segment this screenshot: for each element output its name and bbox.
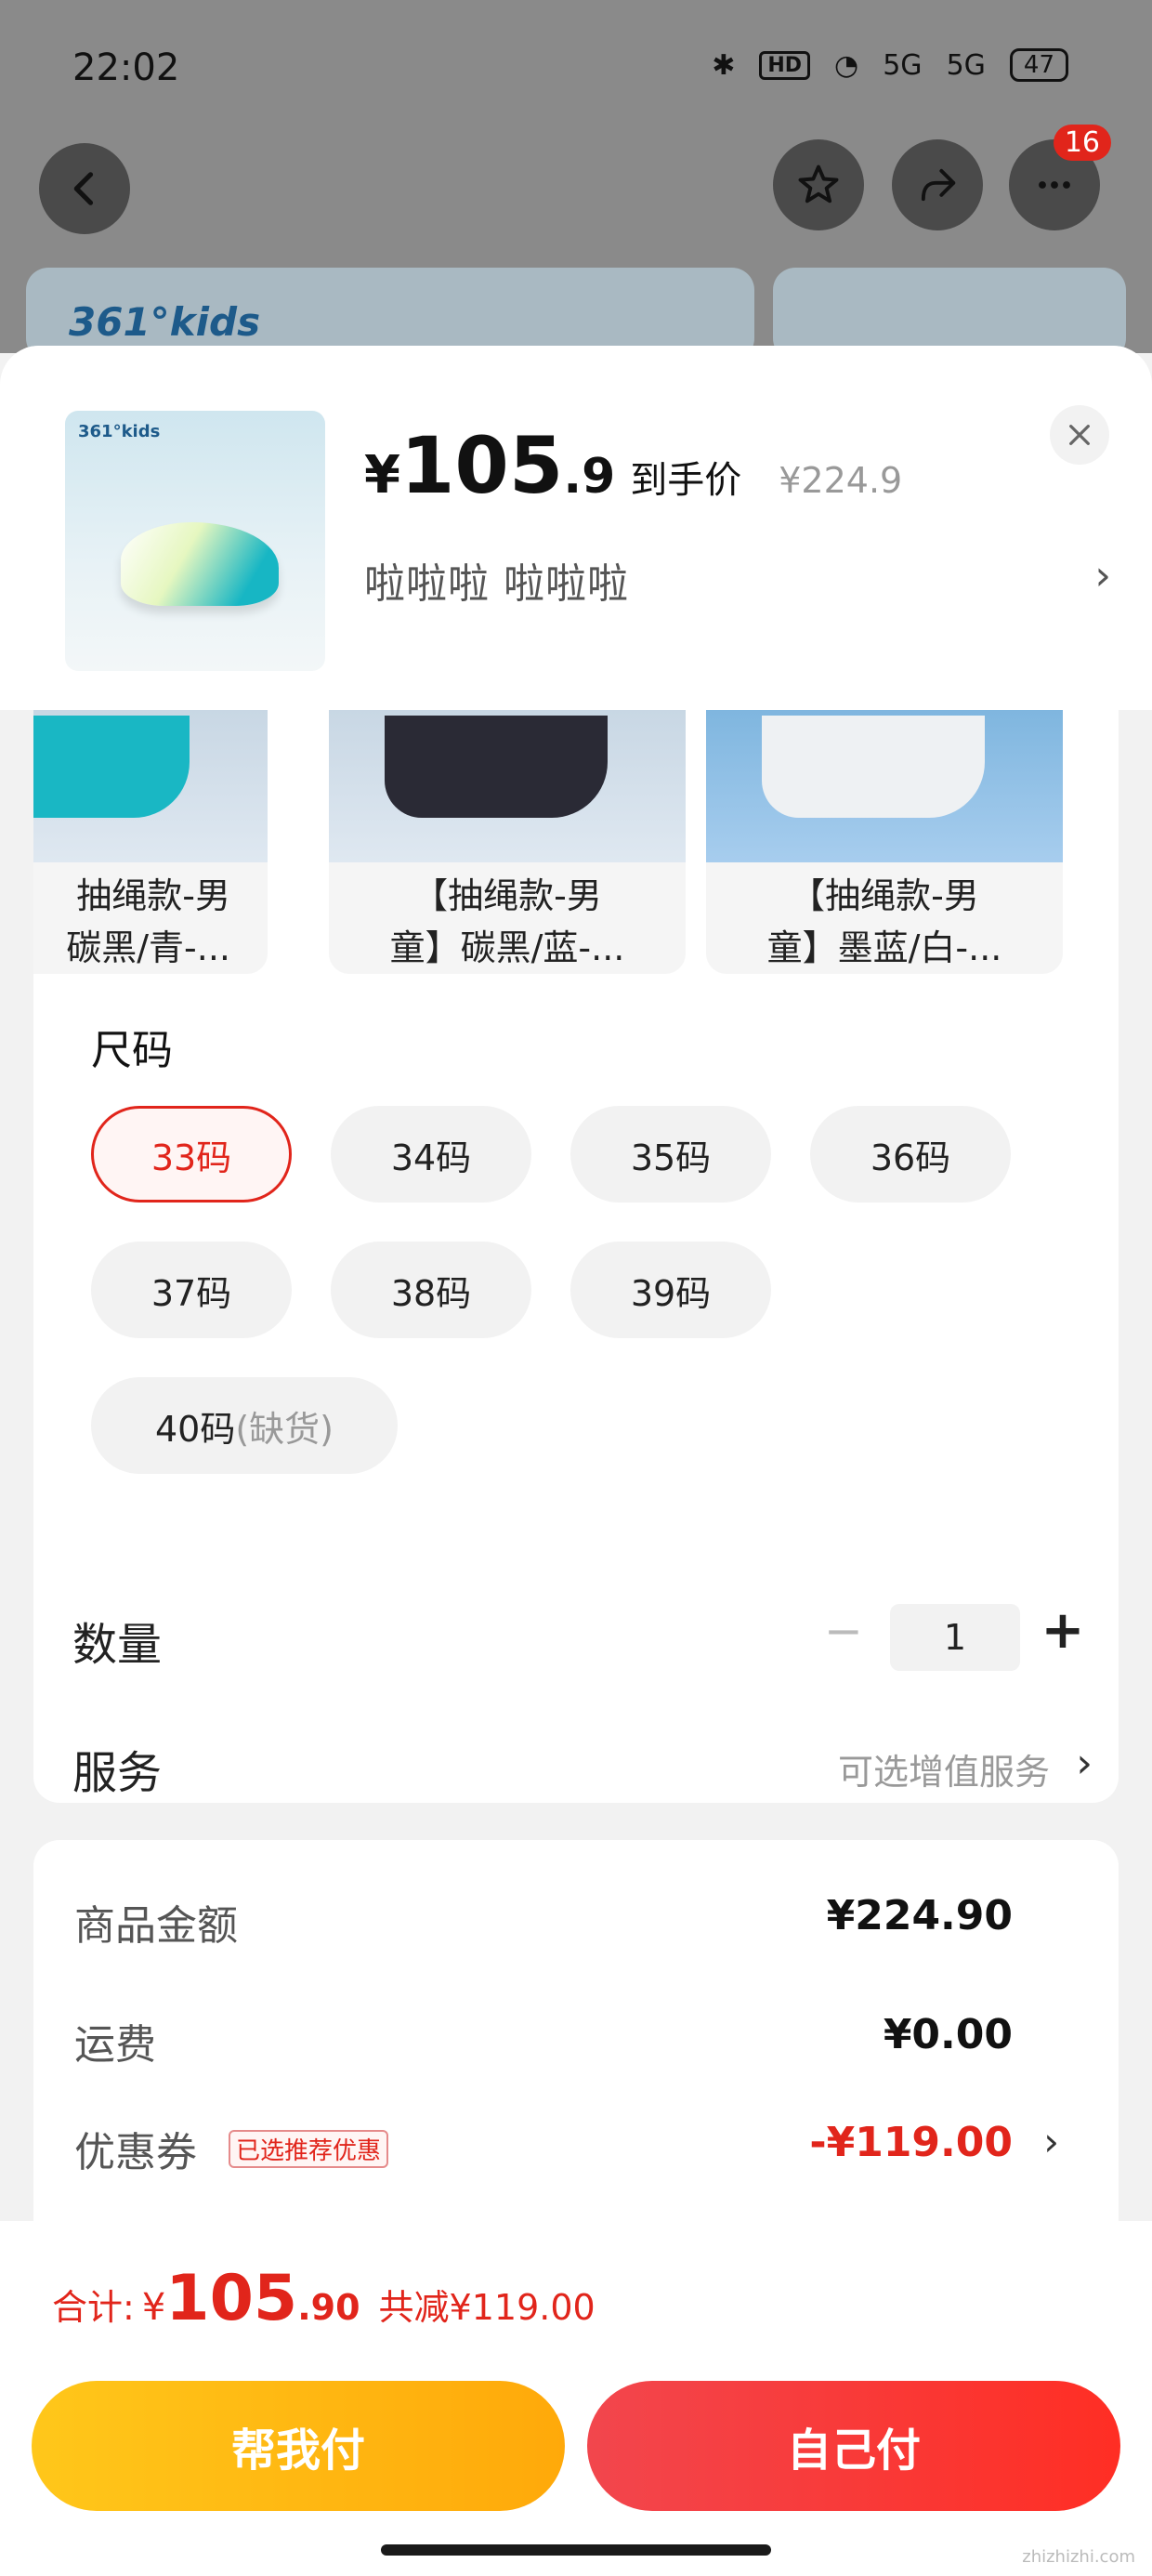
share-button[interactable] [892, 139, 983, 230]
total-symbol: ¥ [141, 2286, 166, 2329]
price-tag: 到手价 [630, 459, 742, 502]
coupon-value: -¥119.00 [809, 2119, 1013, 2166]
self-pay-button[interactable]: 自己付 [587, 2381, 1120, 2511]
service-label: 服务 [72, 1747, 163, 1799]
price-block: ¥ 105 .9 到手价 ¥224.9 [364, 420, 902, 511]
wifi-icon: ◔ [834, 48, 859, 82]
shipping-label: 运费 [74, 2021, 156, 2069]
quantity-label: 数量 [72, 1619, 163, 1671]
price-summary-card: 商品金额 ¥224.90 运费 ¥0.00 优惠券 已选推荐优惠 -¥119.0… [33, 1840, 1119, 2267]
original-price: ¥224.9 [779, 460, 903, 501]
close-icon [1069, 425, 1090, 445]
coupon-row[interactable]: 优惠券 已选推荐优惠 -¥119.00 › [74, 2119, 1068, 2184]
bluetooth-icon: ✱ [712, 48, 736, 82]
backdrop-overlay: 22:02 ✱ HD ◔ 5G 5G 47 16 361°kids [0, 0, 1152, 361]
quantity-input[interactable]: 1 [890, 1604, 1020, 1671]
share-icon [921, 168, 956, 202]
chevron-right-icon[interactable]: › [1094, 552, 1111, 599]
goods-amount-value: ¥224.90 [826, 1892, 1013, 1939]
banner-brand-text: 361°kids [69, 299, 261, 345]
help-pay-button[interactable]: 帮我付 [32, 2381, 565, 2511]
more-dots-icon [1039, 181, 1070, 189]
selected-spec[interactable]: 啦啦啦 啦啦啦 [364, 550, 629, 610]
total-block: 合计: ¥ 105 .90 共减¥119.00 [52, 2262, 596, 2335]
battery-icon: 47 [1009, 48, 1068, 82]
status-icons: ✱ HD ◔ 5G 5G 47 [712, 48, 1068, 82]
checkout-footer: 合计: ¥ 105 .90 共减¥119.00 帮我付 自己付 zhizhizh… [0, 2221, 1152, 2576]
coupon-label: 优惠券 [74, 2129, 197, 2176]
price-symbol: ¥ [364, 445, 400, 506]
more-button[interactable]: 16 [1009, 125, 1111, 230]
total-decimal: .90 [297, 2287, 360, 2328]
sheet-header: 361°kids ¥ 105 .9 到手价 ¥224.9 啦啦啦 啦啦啦 › [0, 346, 1152, 710]
coupon-tag: 已选推荐优惠 [229, 2130, 389, 2168]
product-thumbnail[interactable]: 361°kids [65, 411, 325, 671]
signal-2-icon: 5G [946, 48, 986, 82]
close-button[interactable] [1050, 405, 1109, 465]
shoe-image [121, 522, 279, 606]
service-value: 可选增值服务 [837, 1752, 1050, 1793]
thumb-brand-logo: 361°kids [78, 422, 161, 441]
shipping-value: ¥0.00 [883, 2011, 1013, 2058]
total-saved: 共减¥119.00 [378, 2287, 596, 2328]
quantity-plus-button[interactable]: + [1035, 1600, 1091, 1667]
quantity-control: 数量 − 1 + [72, 1600, 1117, 1678]
back-button[interactable] [39, 143, 130, 234]
hd-icon: HD [759, 50, 811, 80]
total-label: 合计: [52, 2287, 135, 2328]
status-time: 22:02 [72, 46, 180, 89]
status-bar: 22:02 ✱ HD ◔ 5G 5G 47 [0, 37, 1152, 102]
favorite-button[interactable] [773, 139, 864, 230]
chevron-right-icon: › [1043, 2119, 1059, 2164]
price-integer: 105 [399, 420, 564, 511]
total-integer: 105 [165, 2262, 298, 2335]
more-badge: 16 [1053, 125, 1111, 161]
goods-amount-label: 商品金额 [74, 1902, 238, 1950]
shipping-row: 运费 ¥0.00 [74, 2011, 1068, 2076]
chevron-right-icon: › [1076, 1740, 1093, 1787]
star-icon [798, 164, 839, 204]
goods-amount-row: 商品金额 ¥224.90 [74, 1892, 1068, 1957]
options-card-rows: 数量 − 1 + 服务 可选增值服务 › [33, 710, 1119, 1803]
service-row[interactable]: 服务 可选增值服务 › [72, 1736, 1117, 1810]
quantity-minus-button[interactable]: − [816, 1604, 871, 1671]
price-decimal: .9 [563, 449, 616, 505]
home-indicator[interactable] [381, 2544, 771, 2556]
watermark: zhizhizhi.com [1022, 2547, 1135, 2567]
back-arrow-icon [73, 172, 94, 205]
signal-1-icon: 5G [883, 48, 923, 82]
